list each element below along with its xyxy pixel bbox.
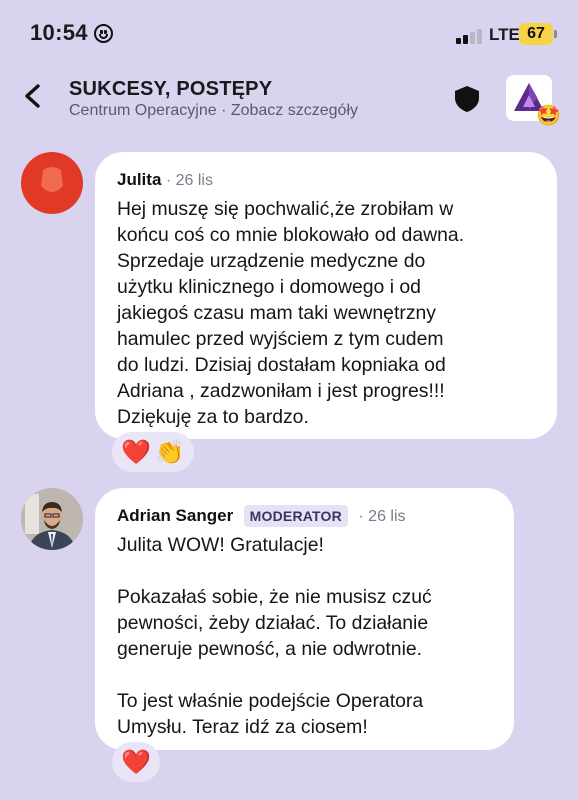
starstruck-emoji-icon: 🤩 — [536, 105, 561, 127]
avatar-julita[interactable] — [21, 152, 83, 214]
user-photo-icon — [21, 488, 83, 550]
message-bubble: Julita · 26 lis Hej muszę się pochwalić,… — [95, 152, 557, 439]
message-bubble: Adrian Sanger MODERATOR · 26 lis Julita … — [95, 488, 514, 750]
message-text: Julita WOW! Gratulacje! Pokazałaś sobie,… — [117, 534, 432, 738]
heart-reaction[interactable]: ❤️ — [121, 438, 151, 467]
reactions-bar: ❤️ — [112, 742, 160, 782]
message-author[interactable]: Julita — [117, 170, 161, 189]
moderator-badge: MODERATOR — [243, 505, 348, 527]
back-button[interactable] — [20, 82, 48, 110]
signal-icon — [456, 28, 482, 44]
battery-icon: 67 — [519, 23, 557, 45]
page-subtitle[interactable]: Centrum Operacyjne · Zobacz szczegóły — [69, 102, 358, 120]
avatar-adrian[interactable] — [21, 488, 83, 550]
page-title[interactable]: SUKCESY, POSTĘPY — [69, 78, 272, 101]
shield-icon — [455, 86, 479, 112]
shield-button[interactable] — [452, 84, 482, 114]
message-date: · 26 lis — [358, 508, 406, 525]
message-text: Hej muszę się pochwalić,że zrobiłam w ko… — [117, 198, 465, 428]
clap-reaction[interactable]: 👏 — [155, 438, 185, 467]
message-author[interactable]: Adrian Sanger — [117, 506, 233, 525]
status-time: 10:54 — [30, 20, 88, 45]
message-date: · 26 lis — [165, 172, 213, 189]
user-placeholder-icon — [41, 167, 63, 192]
heart-reaction[interactable]: ❤️ — [121, 748, 151, 777]
network-label: LTE — [489, 25, 520, 44]
chevron-left-icon — [25, 84, 40, 108]
status-bar: 10:54 LTE 67 — [0, 0, 578, 66]
group-avatar[interactable]: 🤩 — [506, 75, 561, 127]
smiley-status-icon — [94, 24, 113, 43]
reactions-bar: ❤️ 👏 — [112, 432, 194, 472]
